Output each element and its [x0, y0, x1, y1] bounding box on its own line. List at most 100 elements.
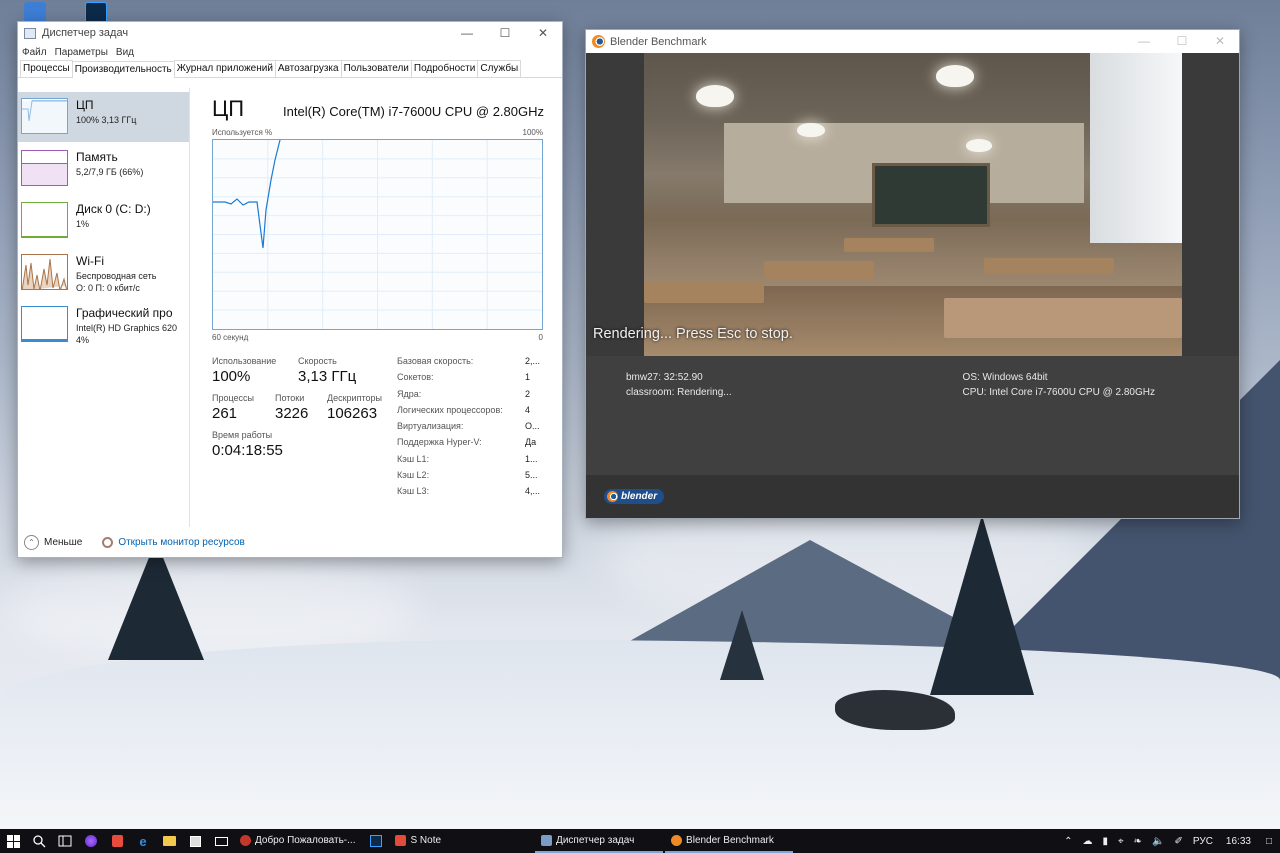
desk-shape — [944, 298, 1182, 338]
graph-label-right: 100% — [522, 128, 543, 137]
lamp-shape — [966, 139, 992, 152]
wifi-icon[interactable]: ❧ — [1134, 836, 1142, 847]
window-shape — [1090, 53, 1182, 243]
taskbar-app-blender[interactable]: Blender Benchmark — [665, 829, 794, 853]
lamp-shape — [936, 65, 974, 87]
network-icon[interactable]: ⌖ — [1118, 836, 1124, 847]
tab-performance[interactable]: Производительность — [71, 61, 175, 78]
spec-value: 4,... — [525, 486, 541, 497]
spec-value: 2 — [525, 388, 531, 399]
clock[interactable]: 16:33 — [1226, 836, 1251, 847]
tab-processes[interactable]: Процессы — [20, 60, 73, 77]
sidebar-item-disk[interactable]: Диск 0 (C: D:) 1% — [18, 196, 189, 246]
edge-browser-icon[interactable]: e — [130, 829, 156, 853]
blender-brand-logo: blender — [604, 489, 665, 504]
spec-key: Базовая скорость: — [397, 356, 474, 366]
usage-value: 100% — [212, 368, 251, 385]
graph-time-left: 60 секунд — [212, 333, 249, 342]
blender-logo-icon — [607, 491, 618, 502]
spec-value: Да — [525, 437, 537, 448]
wifi-thumb-graph — [21, 254, 68, 290]
spec-value: 1 — [525, 372, 531, 383]
sidebar-sub2: О: 0 П: 0 кбит/с — [76, 283, 140, 293]
open-resource-monitor-link[interactable]: Открыть монитор ресурсов — [118, 537, 245, 548]
notifications-icon[interactable]: □ — [1266, 836, 1272, 847]
blender-brand-text: blender — [621, 491, 658, 502]
blender-logo-icon — [671, 834, 683, 846]
spec-key: Ядра: — [397, 388, 422, 399]
render-preview-area: Rendering... Press Esc to stop. — [586, 53, 1239, 356]
taskbar-app-yandex[interactable]: Добро Пожаловать-... — [234, 829, 361, 853]
tab-app-history[interactable]: Журнал приложений — [173, 60, 276, 77]
maximize-icon[interactable]: ☐ — [486, 22, 524, 44]
desk-shape — [984, 258, 1114, 274]
task-view-icon[interactable] — [52, 829, 78, 853]
cpu-spec-list: Базовая скорость: 2,... Сокетов: 1 Ядра: 2 … — [397, 356, 541, 503]
system-os: OS: Windows 64bit — [962, 372, 1048, 383]
maximize-icon[interactable]: ☐ — [1163, 30, 1201, 52]
speed-label: Скорость — [298, 356, 337, 366]
chalkboard-shape — [872, 163, 990, 227]
volume-icon[interactable]: 🔈 — [1152, 836, 1164, 847]
tree-icon — [930, 515, 1034, 695]
spec-value: О... — [525, 421, 540, 432]
minimize-icon[interactable]: — — [1125, 30, 1163, 52]
cpu-thumb-graph — [21, 98, 68, 134]
close-icon[interactable]: ✕ — [1201, 30, 1239, 52]
benchmark-result-classroom: classroom: Rendering... — [626, 387, 732, 398]
close-icon[interactable]: ✕ — [524, 22, 562, 44]
menu-view[interactable]: Вид — [116, 47, 134, 58]
spec-value: 5... — [525, 470, 538, 481]
tree-icon — [108, 540, 204, 660]
show-hidden-icons-icon[interactable]: ⌃ — [1064, 836, 1072, 847]
taskbar-app-snote[interactable]: S Note — [389, 829, 447, 853]
tab-services[interactable]: Службы — [477, 60, 522, 77]
menu-file[interactable]: Файл — [22, 47, 47, 58]
tab-startup[interactable]: Автозагрузка — [274, 60, 342, 77]
spec-key: Поддержка Hyper-V: — [397, 437, 482, 448]
blender-logo-icon — [592, 35, 605, 48]
onedrive-icon[interactable]: ☁ — [1083, 836, 1093, 847]
system-cpu: CPU: Intel Core i7-7600U CPU @ 2.80GHz — [962, 387, 1155, 398]
sidebar-item-gpu[interactable]: Графический про Intel(R) HD Graphics 620… — [18, 300, 189, 350]
sidebar-item-memory[interactable]: Память 5,2/7,9 ГБ (66%) — [18, 144, 189, 194]
windows-start-icon[interactable] — [0, 829, 26, 853]
sidebar-label: ЦП — [76, 98, 94, 112]
threads-value: 3226 — [275, 405, 309, 422]
page-title: ЦП — [212, 96, 245, 121]
graph-time-right: 0 — [538, 333, 543, 342]
minimize-icon[interactable]: — — [448, 22, 486, 44]
pinned-app-icon[interactable] — [104, 829, 130, 853]
sidebar-item-cpu[interactable]: ЦП 100% 3,13 ГГц — [18, 92, 189, 142]
language-indicator[interactable]: РУС — [1193, 836, 1213, 847]
task-manager-titlebar[interactable]: Диспетчер задач — ☐ ✕ — [18, 22, 562, 44]
classroom-render-image — [644, 53, 1182, 356]
benchmark-info: bmw27: 32:52.90 classroom: Rendering... … — [626, 370, 1199, 400]
task-manager-icon — [24, 27, 36, 39]
spec-value: 4 — [525, 404, 531, 415]
mail-icon[interactable] — [208, 829, 234, 853]
graph-label-left: Используется % — [212, 128, 273, 137]
store-icon[interactable] — [182, 829, 208, 853]
taskbar-app-task-manager[interactable]: Диспетчер задач — [535, 829, 664, 853]
processes-label: Процессы — [212, 393, 255, 403]
tab-users[interactable]: Пользователи — [340, 60, 412, 77]
tab-details[interactable]: Подробности — [410, 60, 479, 77]
sidebar-label: Диск 0 (C: D:) — [76, 202, 151, 216]
fewer-details-button[interactable]: Меньше — [44, 537, 82, 548]
chevron-up-icon[interactable]: ⌃ — [24, 534, 39, 550]
battery-icon[interactable]: ▮ — [1103, 836, 1109, 847]
photoshop-icon[interactable] — [363, 829, 389, 853]
pen-icon[interactable]: ✐ — [1175, 836, 1183, 847]
menu-bar: Файл Параметры Вид — [18, 44, 562, 60]
sidebar-item-wifi[interactable]: Wi-Fi Беспроводная сеть О: 0 П: 0 кбит/с — [18, 248, 189, 298]
file-explorer-icon[interactable] — [156, 829, 182, 853]
lamp-shape — [696, 85, 734, 107]
blender-titlebar[interactable]: Blender Benchmark — ☐ ✕ — [586, 30, 1239, 53]
spec-key: Кэш L1: — [397, 453, 430, 464]
taskbar-app-label: S Note — [410, 834, 442, 846]
search-icon[interactable] — [26, 829, 52, 853]
system-tray: ⌃ ☁ ▮ ⌖ ❧ 🔈 ✐ РУС 16:33 □ — [1059, 829, 1280, 853]
menu-options[interactable]: Параметры — [55, 47, 108, 58]
cortana-icon[interactable] — [78, 829, 104, 853]
